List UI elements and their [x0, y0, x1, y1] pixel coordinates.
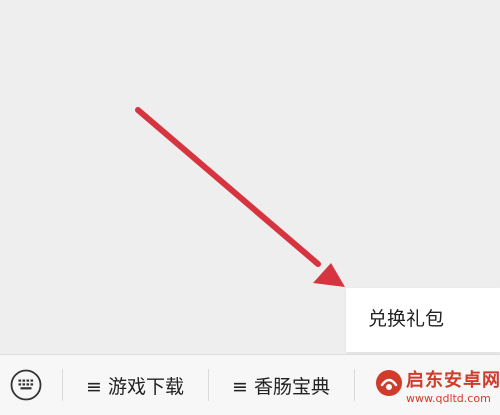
- menu-divider: [208, 369, 209, 401]
- watermark-logo-icon: [374, 368, 404, 398]
- keyboard-icon: [10, 369, 42, 401]
- watermark: 启东安卓网 www.qdltd.com: [374, 362, 500, 414]
- menu-sausage-guide-label: ≡ 香肠宝典: [232, 375, 330, 398]
- menu-divider: [62, 369, 63, 401]
- keyboard-toggle-button[interactable]: [8, 367, 44, 403]
- watermark-title: 启东安卓网: [406, 370, 500, 391]
- popup-menu: 兑换礼包: [346, 288, 500, 352]
- watermark-url: www.qdltd.com: [406, 392, 491, 405]
- menu-divider: [354, 369, 355, 401]
- menu-sausage-guide[interactable]: ≡ 香肠宝典: [232, 369, 330, 401]
- menu-game-download-label: ≡ 游戏下载: [86, 375, 184, 398]
- menu-game-download[interactable]: ≡ 游戏下载: [86, 369, 184, 401]
- redeem-gift-menu-item[interactable]: 兑换礼包: [368, 306, 444, 332]
